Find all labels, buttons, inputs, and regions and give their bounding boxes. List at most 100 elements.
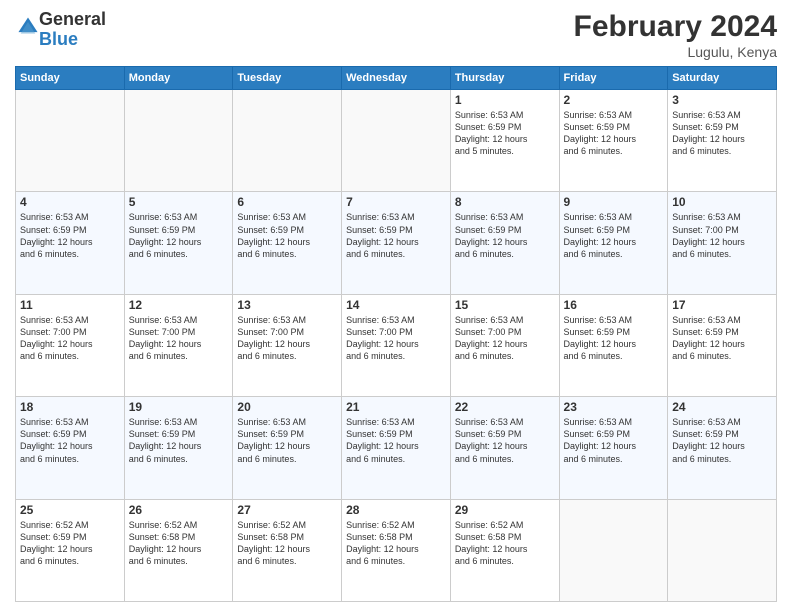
header: General Blue February 2024 Lugulu, Kenya <box>15 10 777 60</box>
calendar-cell: 14Sunrise: 6:53 AM Sunset: 7:00 PM Dayli… <box>342 294 451 396</box>
day-info: Sunrise: 6:53 AM Sunset: 6:59 PM Dayligh… <box>672 109 772 158</box>
calendar-table: SundayMondayTuesdayWednesdayThursdayFrid… <box>15 66 777 602</box>
day-number: 8 <box>455 195 555 209</box>
day-number: 27 <box>237 503 337 517</box>
day-info: Sunrise: 6:52 AM Sunset: 6:58 PM Dayligh… <box>237 519 337 568</box>
calendar-cell: 15 Sunrise: 6:53 AM Sunset: 7:00 PM Dayli… <box>450 294 559 396</box>
day-number: 20 <box>237 400 337 414</box>
calendar-cell: 19 Sunrise: 6:53 AM Sunset: 6:59 PM Dayli… <box>124 397 233 499</box>
day-number: 21 <box>346 400 446 414</box>
calendar-cell: 21 Sunrise: 6:53 AM Sunset: 6:59 PM Dayli… <box>342 397 451 499</box>
day-number: 29 <box>455 503 555 517</box>
logo-blue-text: Blue <box>39 29 78 49</box>
day-info: Sunrise: 6:53 AM Sunset: 7:00 PM Dayligh… <box>20 314 120 363</box>
calendar-cell: 9Sunrise: 6:53 AM Sunset: 6:59 PM Daylig… <box>559 192 668 294</box>
calendar-cell: 8 Sunrise: 6:53 AM Sunset: 6:59 PM Daylig… <box>450 192 559 294</box>
calendar-cell: 1 Sunrise: 6:53 AM Sunset: 6:59 PM Daylig… <box>450 90 559 192</box>
calendar-cell: 24 Sunrise: 6:53 AM Sunset: 6:59 PM Dayli… <box>668 397 777 499</box>
day-info: Sunrise: 6:52 AM Sunset: 6:58 PM Dayligh… <box>455 519 555 568</box>
calendar-cell <box>124 90 233 192</box>
day-number: 11 <box>20 298 120 312</box>
logo-icon <box>17 16 39 38</box>
calendar-cell <box>342 90 451 192</box>
calendar-header-thursday: Thursday <box>450 67 559 90</box>
day-info: Sunrise: 6:53 AM Sunset: 6:59 PM Dayligh… <box>564 211 664 260</box>
day-info: Sunrise: 6:53 AM Sunset: 6:59 PM Dayligh… <box>455 109 555 158</box>
title-block: February 2024 Lugulu, Kenya <box>574 10 777 60</box>
day-info: Sunrise: 6:53 AM Sunset: 6:59 PM Dayligh… <box>346 211 446 260</box>
calendar-cell: 4 Sunrise: 6:53 AM Sunset: 6:59 PM Daylig… <box>16 192 125 294</box>
calendar-header-wednesday: Wednesday <box>342 67 451 90</box>
calendar-header-friday: Friday <box>559 67 668 90</box>
day-number: 26 <box>129 503 229 517</box>
logo: General Blue <box>15 10 106 50</box>
calendar-cell: 7 Sunrise: 6:53 AM Sunset: 6:59 PM Daylig… <box>342 192 451 294</box>
day-number: 17 <box>672 298 772 312</box>
day-info: Sunrise: 6:53 AM Sunset: 6:59 PM Dayligh… <box>672 416 772 465</box>
day-info: Sunrise: 6:53 AM Sunset: 6:59 PM Dayligh… <box>564 314 664 363</box>
day-info: Sunrise: 6:53 AM Sunset: 6:59 PM Dayligh… <box>455 211 555 260</box>
day-number: 18 <box>20 400 120 414</box>
calendar-cell: 20 Sunrise: 6:53 AM Sunset: 6:59 PM Dayli… <box>233 397 342 499</box>
day-info: Sunrise: 6:52 AM Sunset: 6:58 PM Dayligh… <box>129 519 229 568</box>
day-number: 4 <box>20 195 120 209</box>
day-number: 16 <box>564 298 664 312</box>
day-info: Sunrise: 6:53 AM Sunset: 6:59 PM Dayligh… <box>346 416 446 465</box>
day-info: Sunrise: 6:53 AM Sunset: 6:59 PM Dayligh… <box>129 416 229 465</box>
day-number: 28 <box>346 503 446 517</box>
calendar-week-3: 11 Sunrise: 6:53 AM Sunset: 7:00 PM Dayli… <box>16 294 777 396</box>
calendar-cell: 29 Sunrise: 6:52 AM Sunset: 6:58 PM Dayli… <box>450 499 559 601</box>
day-info: Sunrise: 6:53 AM Sunset: 6:59 PM Dayligh… <box>237 211 337 260</box>
day-number: 19 <box>129 400 229 414</box>
day-number: 6 <box>237 195 337 209</box>
calendar-cell: 10 Sunrise: 6:53 AM Sunset: 7:00 PM Dayli… <box>668 192 777 294</box>
calendar-cell <box>233 90 342 192</box>
day-info: Sunrise: 6:53 AM Sunset: 6:59 PM Dayligh… <box>455 416 555 465</box>
calendar-header-tuesday: Tuesday <box>233 67 342 90</box>
day-info: Sunrise: 6:53 AM Sunset: 7:00 PM Dayligh… <box>672 211 772 260</box>
day-number: 10 <box>672 195 772 209</box>
day-info: Sunrise: 6:53 AM Sunset: 6:59 PM Dayligh… <box>237 416 337 465</box>
day-info: Sunrise: 6:53 AM Sunset: 6:59 PM Dayligh… <box>672 314 772 363</box>
calendar-cell: 27 Sunrise: 6:52 AM Sunset: 6:58 PM Dayli… <box>233 499 342 601</box>
day-number: 25 <box>20 503 120 517</box>
logo-general-text: General <box>39 9 106 29</box>
day-number: 7 <box>346 195 446 209</box>
calendar-week-2: 4 Sunrise: 6:53 AM Sunset: 6:59 PM Daylig… <box>16 192 777 294</box>
calendar-cell: 25 Sunrise: 6:52 AM Sunset: 6:59 PM Dayli… <box>16 499 125 601</box>
calendar-cell: 26 Sunrise: 6:52 AM Sunset: 6:58 PM Dayli… <box>124 499 233 601</box>
calendar-cell: 23Sunrise: 6:53 AM Sunset: 6:59 PM Dayli… <box>559 397 668 499</box>
day-number: 1 <box>455 93 555 107</box>
day-info: Sunrise: 6:53 AM Sunset: 7:00 PM Dayligh… <box>237 314 337 363</box>
calendar-week-1: 1 Sunrise: 6:53 AM Sunset: 6:59 PM Daylig… <box>16 90 777 192</box>
calendar-cell <box>559 499 668 601</box>
calendar-cell: 18Sunrise: 6:53 AM Sunset: 6:59 PM Dayli… <box>16 397 125 499</box>
day-number: 3 <box>672 93 772 107</box>
page-subtitle: Lugulu, Kenya <box>574 44 777 60</box>
day-info: Sunrise: 6:53 AM Sunset: 7:00 PM Dayligh… <box>346 314 446 363</box>
day-number: 22 <box>455 400 555 414</box>
calendar-cell: 2Sunrise: 6:53 AM Sunset: 6:59 PM Daylig… <box>559 90 668 192</box>
calendar-header-saturday: Saturday <box>668 67 777 90</box>
day-info: Sunrise: 6:53 AM Sunset: 6:59 PM Dayligh… <box>20 211 120 260</box>
calendar-cell: 28 Sunrise: 6:52 AM Sunset: 6:58 PM Dayli… <box>342 499 451 601</box>
day-info: Sunrise: 6:53 AM Sunset: 7:00 PM Dayligh… <box>455 314 555 363</box>
day-number: 24 <box>672 400 772 414</box>
calendar-cell: 22 Sunrise: 6:53 AM Sunset: 6:59 PM Dayli… <box>450 397 559 499</box>
day-info: Sunrise: 6:53 AM Sunset: 6:59 PM Dayligh… <box>129 211 229 260</box>
calendar-cell: 12Sunrise: 6:53 AM Sunset: 7:00 PM Dayli… <box>124 294 233 396</box>
page: General Blue February 2024 Lugulu, Kenya… <box>0 0 792 612</box>
calendar-week-4: 18 Sunrise: 6:53 AM Sunset: 6:59 PM Dayli… <box>16 397 777 499</box>
day-info: Sunrise: 6:52 AM Sunset: 6:58 PM Dayligh… <box>346 519 446 568</box>
calendar-cell: 11 Sunrise: 6:53 AM Sunset: 7:00 PM Dayli… <box>16 294 125 396</box>
day-info: Sunrise: 6:53 AM Sunset: 7:00 PM Dayligh… <box>129 314 229 363</box>
calendar-header-monday: Monday <box>124 67 233 90</box>
day-info: Sunrise: 6:52 AM Sunset: 6:59 PM Dayligh… <box>20 519 120 568</box>
calendar-header-row: SundayMondayTuesdayWednesdayThursdayFrid… <box>16 67 777 90</box>
calendar-header-sunday: Sunday <box>16 67 125 90</box>
day-number: 5 <box>129 195 229 209</box>
page-title: February 2024 <box>574 10 777 44</box>
calendar-cell: 6 Sunrise: 6:53 AM Sunset: 6:59 PM Daylig… <box>233 192 342 294</box>
calendar-cell: 17 Sunrise: 6:53 AM Sunset: 6:59 PM Dayli… <box>668 294 777 396</box>
day-number: 15 <box>455 298 555 312</box>
